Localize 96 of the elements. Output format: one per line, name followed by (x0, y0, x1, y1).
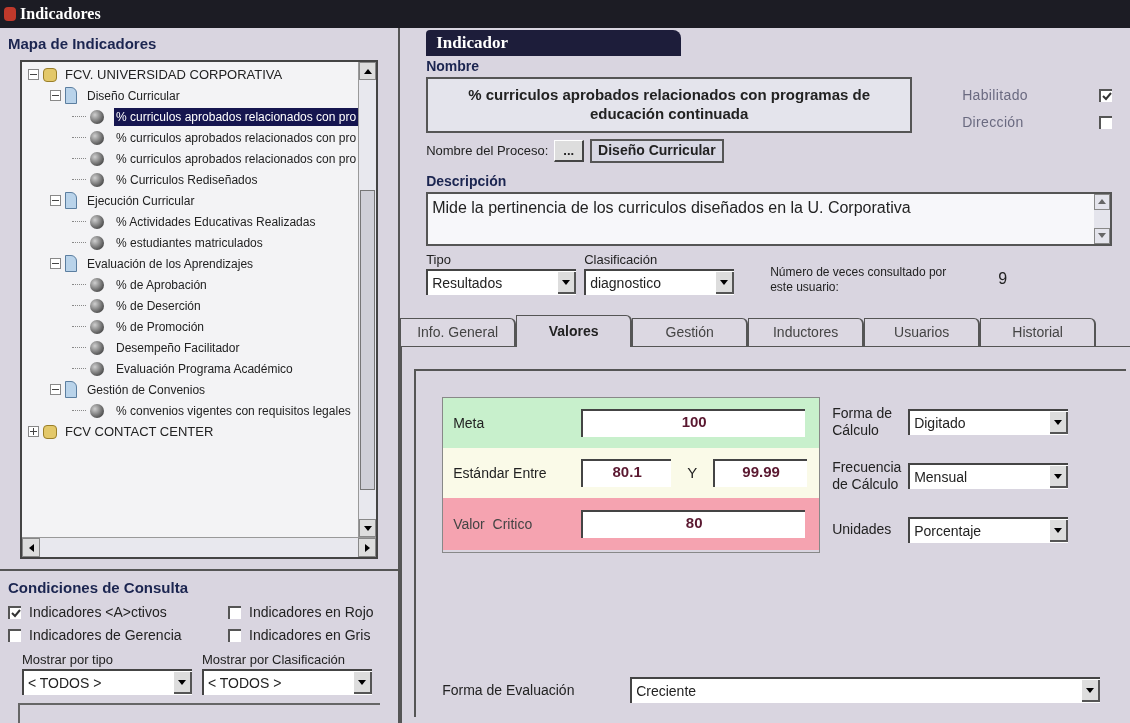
field-label: Forma de Cálculo (832, 404, 894, 440)
tree-item[interactable]: % de Deserción (114, 296, 203, 315)
folder-icon (43, 67, 57, 82)
tree-item[interactable]: % convenios vigentes con requisitos legales (114, 401, 353, 420)
scroll-up-icon[interactable] (1094, 193, 1111, 210)
separator-label: Y (686, 462, 699, 483)
panel-title: Condiciones de Consulta (8, 578, 189, 598)
checkbox-label: Indicadores <A>ctivos (29, 602, 167, 622)
tree-item[interactable]: Ejecución Curricular (85, 191, 197, 210)
collapse-icon[interactable] (50, 90, 61, 101)
collapse-icon[interactable] (28, 69, 39, 80)
checkbox-label: Habilitado (962, 85, 1028, 105)
description-text: Mide la pertinencia de los curriculos diseñados en la U. Corporativa (431, 197, 912, 218)
process-field[interactable]: Diseño Curricular (590, 138, 724, 163)
tree-item[interactable]: Diseño Curricular (85, 86, 182, 105)
tree-item[interactable]: % curriculos aprobados relacionados con pro (114, 128, 359, 147)
document-icon (65, 87, 77, 104)
name-field[interactable]: % curriculos aprobados relacionados con programas de educación continuada (426, 76, 913, 133)
scroll-down-icon[interactable] (359, 519, 377, 537)
scroll-left-icon[interactable] (22, 538, 40, 557)
critical-field[interactable]: 80 (581, 510, 806, 538)
dropdown[interactable]: Porcentaje (908, 517, 1069, 543)
field-label: Forma de Evaluación (442, 680, 576, 700)
tab[interactable]: Historial (980, 318, 1097, 346)
field-label: Unidades (832, 521, 893, 539)
checkbox-label: Indicadores en Gris (249, 625, 371, 645)
dropdown[interactable]: < TODOS > (202, 669, 372, 695)
expand-icon[interactable] (28, 426, 39, 437)
consult-count: 9 (998, 269, 1008, 289)
app-icon (4, 7, 16, 21)
window-title: Indicadores (20, 4, 101, 24)
tree-item[interactable]: % estudiantes matriculados (114, 233, 265, 252)
field-label: Clasificación (584, 250, 659, 269)
collapse-icon[interactable] (50, 258, 61, 269)
description-field[interactable]: Mide la pertinencia de los curriculos diseñados en la U. Corporativa (426, 191, 1113, 246)
checkbox[interactable] (8, 605, 21, 619)
tree-item[interactable]: % curriculos aprobados relacionados con pro (114, 107, 359, 126)
checkbox-label: Dirección (962, 112, 1024, 132)
document-icon (65, 192, 77, 209)
scroll-up-icon[interactable] (359, 62, 377, 80)
field-label: Nombre del Proceso: (426, 141, 549, 160)
checkbox-label: Indicadores en Rojo (249, 602, 374, 622)
goal-field[interactable]: 100 (581, 409, 806, 437)
tab[interactable]: Valores (516, 315, 633, 347)
dropdown[interactable]: Digitado (908, 409, 1069, 435)
folder-icon (43, 424, 57, 439)
tree-item[interactable]: FCV. UNIVERSIDAD CORPORATIVA (63, 64, 285, 85)
checkbox[interactable] (8, 628, 21, 642)
tab[interactable]: Inductores (748, 318, 865, 346)
tab[interactable]: Info. General (400, 318, 517, 346)
scroll-down-icon[interactable] (1094, 227, 1111, 244)
standard-low-field[interactable]: 80.1 (581, 459, 672, 487)
field-label: Mostrar por Clasificación (202, 650, 347, 669)
standard-high-field[interactable]: 99.99 (713, 459, 808, 487)
field-label: Meta (453, 413, 486, 433)
field-label: Valor Critico (453, 514, 534, 534)
dropdown[interactable]: Resultados (426, 269, 577, 295)
collapse-icon[interactable] (50, 195, 61, 206)
tree-item[interactable]: % Curriculos Rediseñados (114, 170, 260, 189)
field-label: Nombre (426, 56, 481, 76)
tree-item[interactable]: Desempeño Facilitador (114, 338, 242, 357)
consult-label: Número de veces consultado por este usuario: (770, 265, 948, 295)
checkbox[interactable] (1099, 115, 1113, 129)
tab[interactable]: Gestión (632, 318, 749, 346)
tree-item[interactable]: Gestión de Convenios (85, 380, 208, 399)
tab[interactable]: Usuarios (864, 318, 981, 346)
tree-item[interactable]: % de Promoción (114, 317, 207, 336)
tree-item[interactable]: % curriculos aprobados relacionados con pro (114, 149, 359, 168)
tree-item[interactable]: Evaluación Programa Académico (114, 359, 295, 378)
scroll-thumb[interactable] (360, 189, 376, 490)
field-label: Mostrar por tipo (22, 650, 115, 669)
checkbox-label: Indicadores de Gerencia (29, 625, 182, 645)
section-header: Indicador (426, 30, 682, 56)
field-label: Frecuencia de Cálculo (832, 458, 903, 494)
document-icon (65, 255, 77, 272)
checkbox[interactable] (228, 605, 241, 619)
tree-item[interactable]: % Actividades Educativas Realizadas (114, 212, 318, 231)
dropdown[interactable]: Mensual (908, 463, 1069, 489)
document-icon (65, 381, 77, 398)
tree-item[interactable]: FCV CONTACT CENTER (63, 421, 216, 442)
browse-button[interactable]: ... (554, 139, 585, 162)
panel-title: Mapa de Indicadores (8, 35, 157, 52)
horizontal-scrollbar[interactable] (22, 537, 377, 557)
field-label: Estándar Entre (453, 463, 548, 483)
tree-item[interactable]: Evaluación de los Aprendizajes (85, 254, 256, 273)
dropdown[interactable]: Creciente (630, 677, 1101, 703)
vertical-scrollbar[interactable] (358, 62, 377, 537)
scroll-right-icon[interactable] (358, 538, 377, 557)
dropdown[interactable]: diagnostico (584, 269, 735, 295)
field-label: Tipo (426, 250, 452, 269)
checkbox[interactable] (1099, 88, 1113, 102)
tree-item[interactable]: % de Aprobación (114, 275, 209, 294)
dropdown[interactable]: < TODOS > (22, 669, 192, 695)
checkbox[interactable] (228, 628, 241, 642)
field-label: Descripción (426, 171, 508, 191)
collapse-icon[interactable] (50, 384, 61, 395)
